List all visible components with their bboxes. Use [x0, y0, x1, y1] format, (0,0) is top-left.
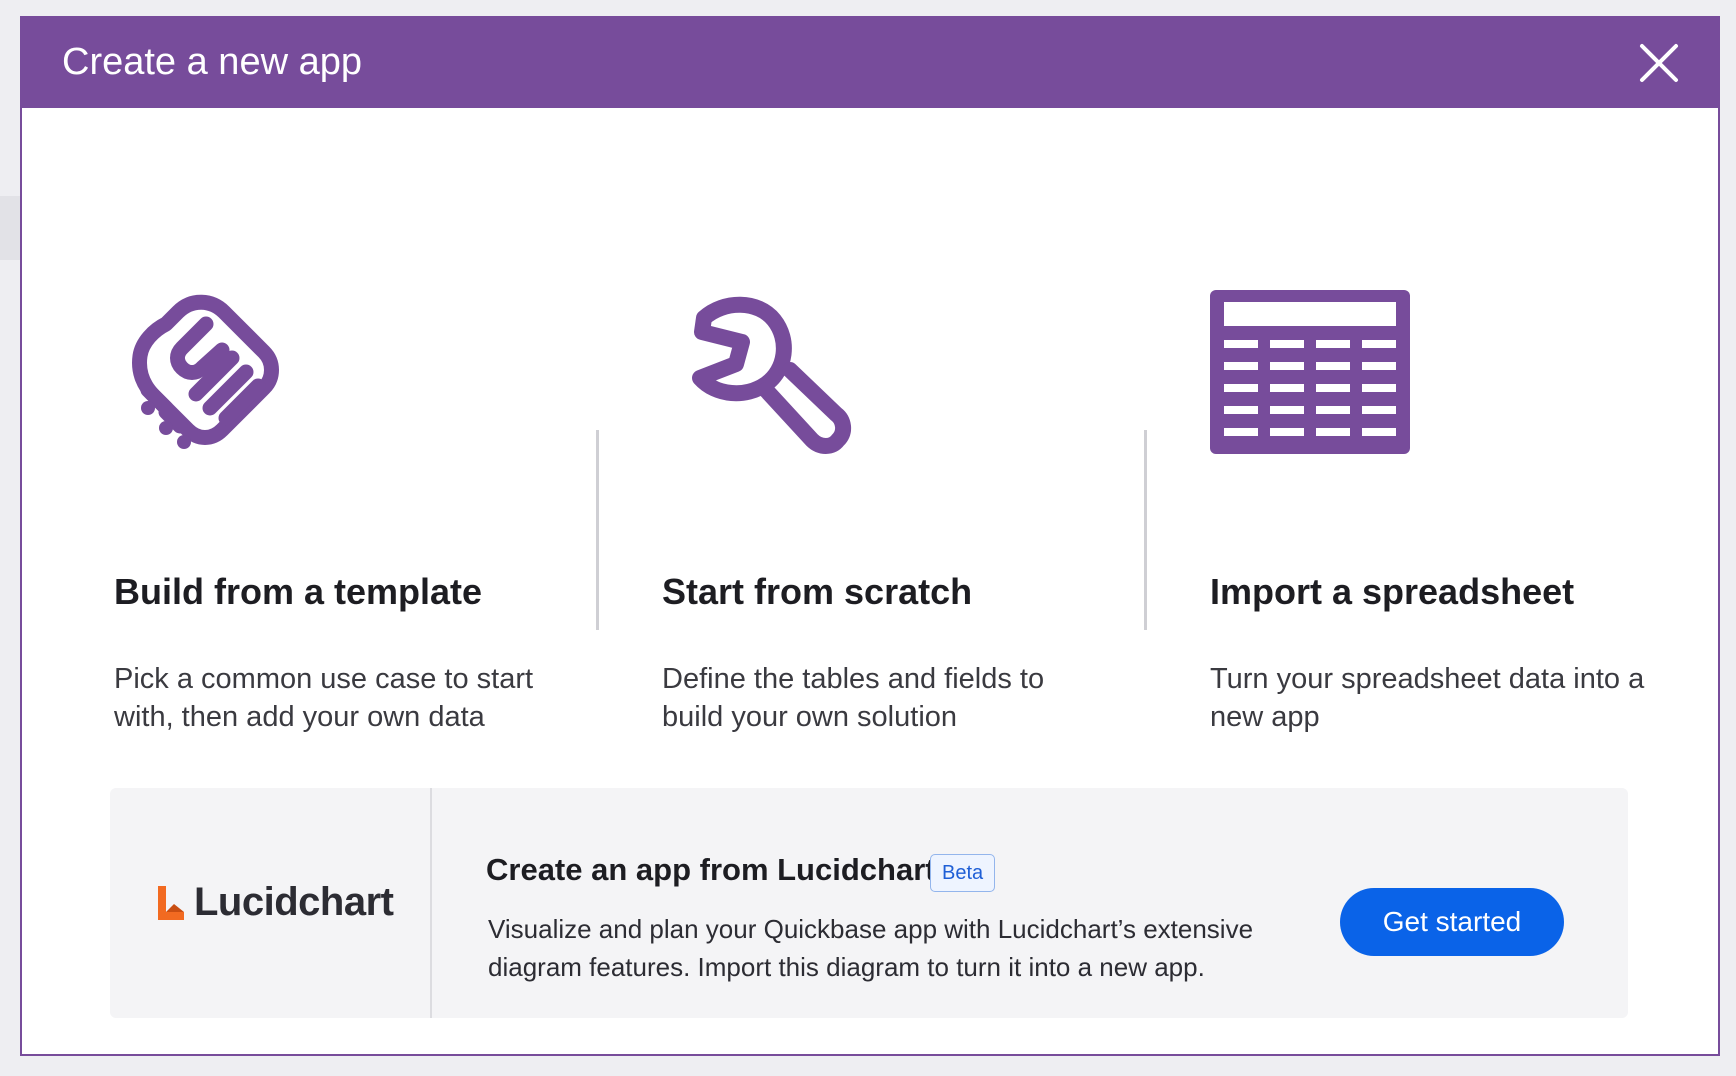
close-icon	[1640, 44, 1678, 82]
lucidchart-wordmark: Lucidchart	[194, 880, 394, 924]
option-description: Pick a common use case to start with, th…	[114, 663, 534, 733]
option-start-from-scratch[interactable]: Start from scratch Define the tables and…	[662, 290, 1102, 733]
lucidchart-description: Visualize and plan your Quickbase app wi…	[488, 914, 1254, 982]
lucidchart-logo: Lucidchart	[156, 880, 394, 925]
wrench-icon	[692, 296, 851, 454]
close-button[interactable]	[1638, 42, 1680, 84]
option-divider	[1144, 430, 1147, 630]
beta-badge: Beta	[930, 854, 996, 892]
option-description: Turn your spreadsheet data into a new ap…	[1210, 663, 1645, 733]
lucidchart-logo-icon	[158, 885, 184, 920]
lucidchart-card: Lucidchart Create an app from Lucidchart…	[110, 788, 1628, 1018]
option-description: Define the tables and fields to build yo…	[662, 663, 1045, 733]
modal-title: Create a new app	[62, 41, 362, 83]
get-started-button[interactable]: Get started	[1340, 888, 1564, 956]
modal-header: Create a new app	[22, 18, 1718, 108]
create-app-modal: Create a new app Build from a template P…	[20, 16, 1720, 1056]
lucidchart-title: Create an app from Lucidchart	[486, 852, 936, 887]
option-title: Build from a template	[114, 571, 483, 612]
handshake-icon	[132, 294, 279, 449]
option-divider	[596, 430, 599, 630]
lucidchart-logo-panel: Lucidchart	[110, 788, 432, 1018]
option-title: Import a spreadsheet	[1210, 571, 1575, 612]
spreadsheet-icon	[1210, 290, 1410, 454]
option-import-spreadsheet[interactable]: Import a spreadsheet Turn your spreadshe…	[1210, 290, 1650, 733]
option-title: Start from scratch	[662, 571, 973, 612]
option-build-from-template[interactable]: Build from a template Pick a common use …	[114, 290, 554, 733]
